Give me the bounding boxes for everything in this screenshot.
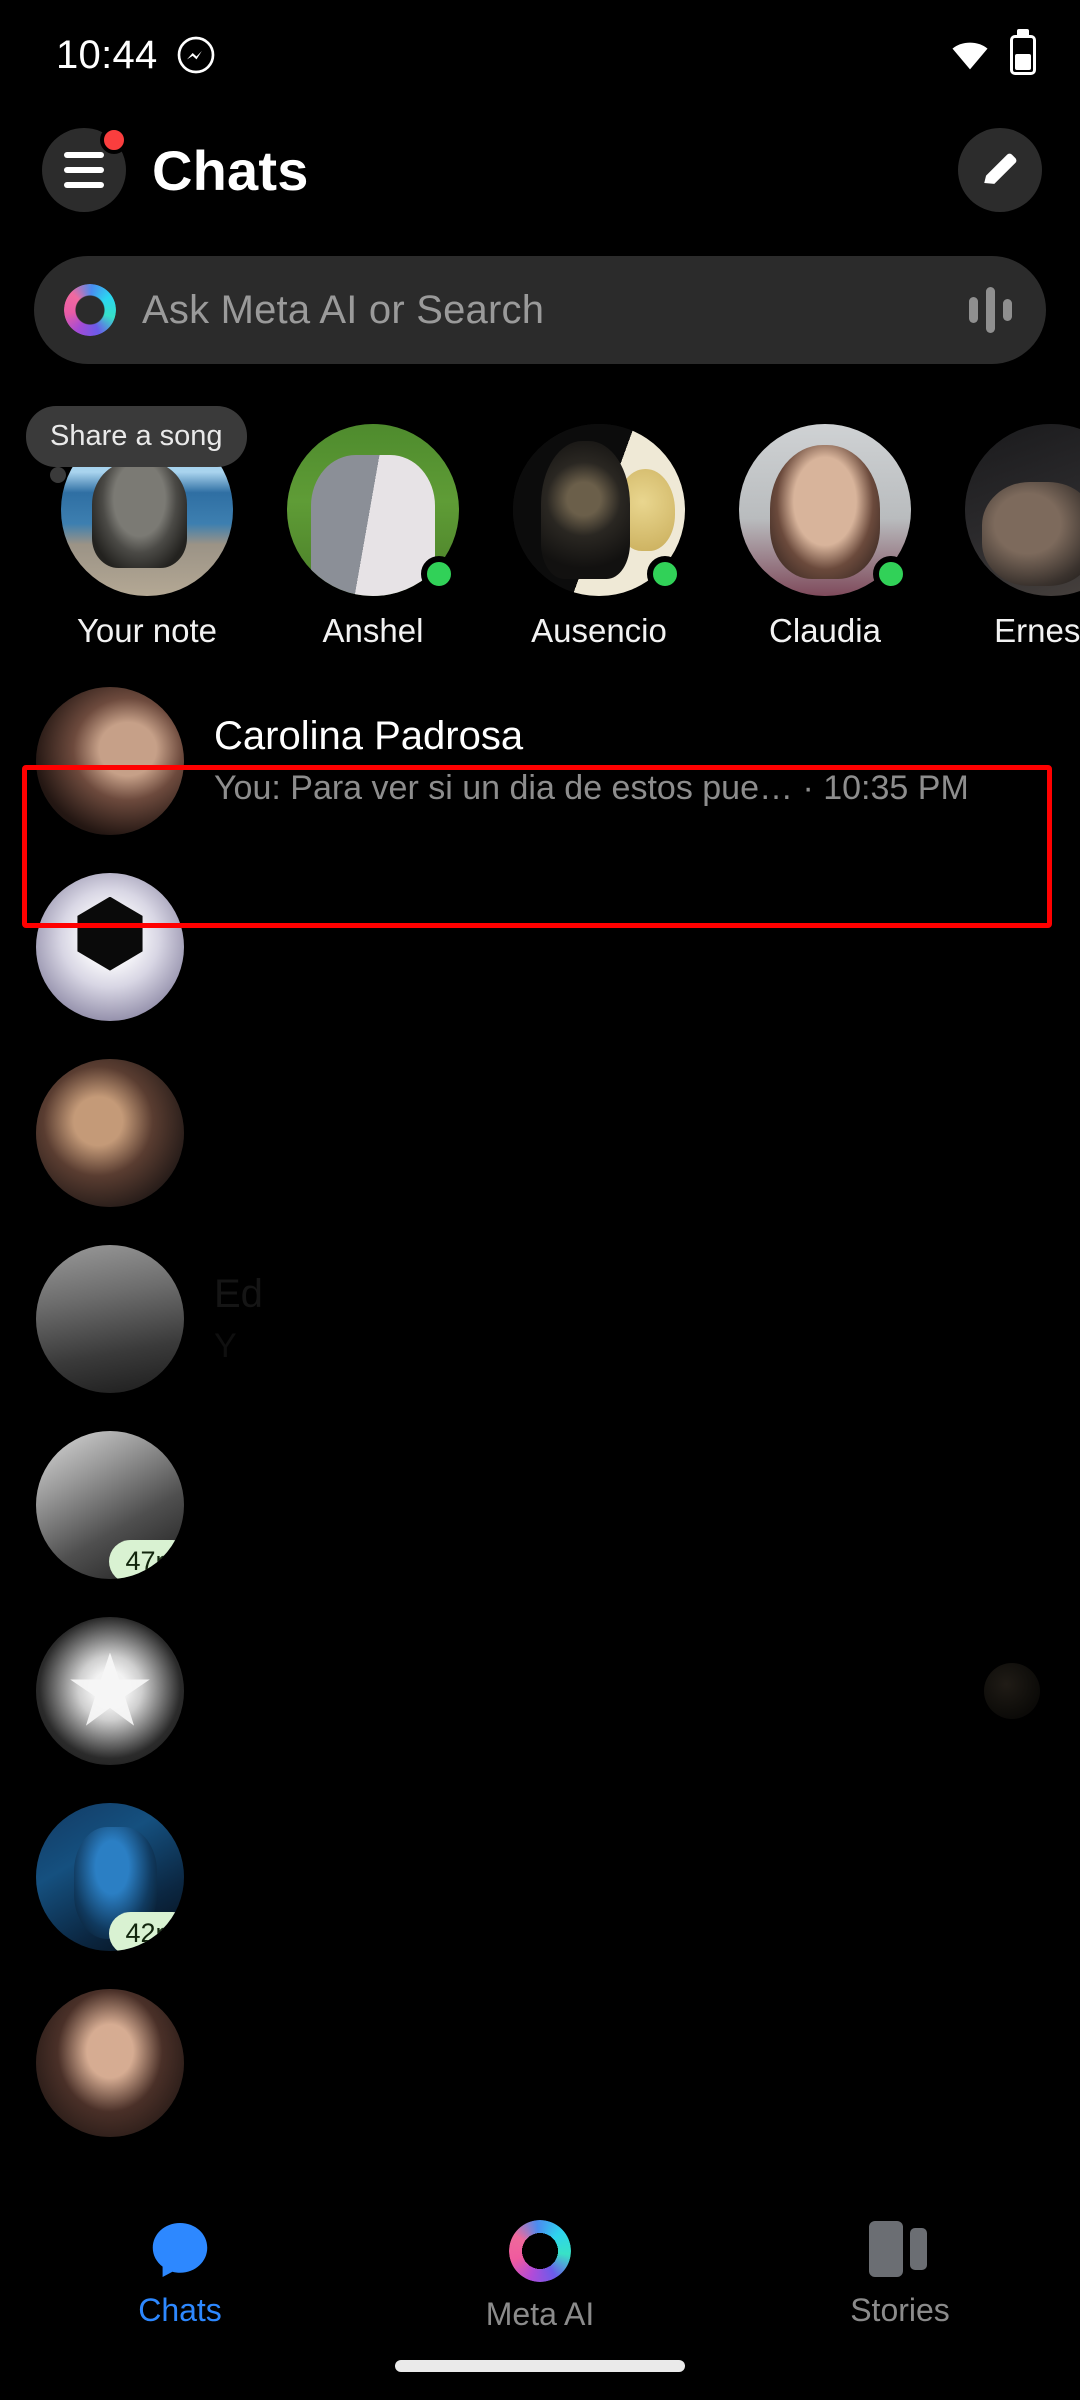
hamburger-menu-icon bbox=[64, 152, 104, 188]
page-title: Chats bbox=[152, 138, 309, 202]
chat-preview-text: You: Para ver si un dia de estos pue… bbox=[214, 769, 793, 807]
chat-row-text bbox=[214, 1128, 1044, 1138]
online-status-dot bbox=[647, 556, 683, 592]
own-note-bubble[interactable]: Share a song bbox=[26, 406, 247, 483]
chat-row-text: Carolina Padrosa You: Para ver si un dia… bbox=[214, 714, 1044, 808]
online-status-dot bbox=[873, 556, 909, 592]
status-bar-right bbox=[950, 35, 1036, 75]
avatar: 42m bbox=[36, 1803, 184, 1951]
home-indicator bbox=[395, 2360, 685, 2372]
avatar bbox=[36, 1245, 184, 1393]
chat-row-carolina-padrosa[interactable]: Carolina Padrosa You: Para ver si un dia… bbox=[0, 668, 1080, 854]
chat-row-dml[interactable] bbox=[0, 854, 1080, 1040]
battery-icon bbox=[1010, 35, 1036, 75]
avatar bbox=[36, 687, 184, 835]
wifi-icon bbox=[952, 42, 988, 70]
chat-row-blue[interactable]: 42m bbox=[0, 1784, 1080, 1970]
avatar-wrap bbox=[739, 424, 911, 596]
note-item-anshel[interactable]: Anshel bbox=[260, 424, 486, 650]
meta-ai-ring-icon bbox=[64, 284, 116, 336]
chat-row-preview: Y bbox=[214, 1327, 237, 1365]
avatar bbox=[36, 873, 184, 1021]
nav-tab-meta-ai[interactable]: Meta AI bbox=[360, 2220, 720, 2333]
note-item-claudia[interactable]: Claudia bbox=[712, 424, 938, 650]
chat-bubble-icon bbox=[152, 2223, 208, 2277]
messenger-badge-icon bbox=[177, 36, 214, 74]
chat-row-shop[interactable]: 47m bbox=[0, 1412, 1080, 1598]
message-attachment-thumbnail bbox=[984, 1663, 1040, 1719]
voice-waveform-icon[interactable] bbox=[969, 287, 1012, 333]
nav-tab-label: Meta AI bbox=[485, 2296, 595, 2332]
chat-row-time-badge: 42m bbox=[109, 1911, 184, 1951]
chat-row-text bbox=[214, 1500, 1044, 1510]
status-time: 10:44 bbox=[56, 32, 158, 77]
chat-row-text bbox=[214, 942, 1044, 952]
header-left-group: Chats bbox=[42, 126, 309, 212]
chat-row-couple[interactable] bbox=[0, 1040, 1080, 1226]
chat-row-ed[interactable]: Ed Y bbox=[0, 1226, 1080, 1412]
search-input[interactable]: Ask Meta AI or Search bbox=[142, 288, 943, 333]
avatar-wrap bbox=[513, 424, 685, 596]
app-header: Chats bbox=[0, 110, 1080, 230]
note-item-label: Your note bbox=[76, 612, 218, 649]
pencil-compose-icon bbox=[984, 153, 1017, 184]
note-item-your-note[interactable]: Share a song Your note bbox=[26, 406, 260, 650]
status-bar: 10:44 bbox=[0, 0, 1080, 110]
compose-button[interactable] bbox=[958, 128, 1042, 212]
avatar: 47m bbox=[36, 1431, 184, 1579]
note-item-ernesto[interactable]: Ernesto bbox=[938, 424, 1080, 650]
chat-row-name: Ed bbox=[214, 1272, 263, 1316]
avatar bbox=[36, 1059, 184, 1207]
unread-badge-dot bbox=[100, 126, 128, 154]
stories-panels-icon bbox=[869, 2220, 931, 2278]
chat-row-name: Carolina Padrosa bbox=[214, 714, 524, 758]
chat-row-time: 10:35 PM bbox=[823, 769, 969, 807]
note-item-label: Claudia bbox=[769, 612, 881, 649]
chat-row-time-badge: 47m bbox=[109, 1539, 184, 1579]
bottom-navigation-bar: Chats Meta AI Stories bbox=[0, 2190, 1080, 2400]
avatar bbox=[36, 1617, 184, 1765]
avatar bbox=[36, 1989, 184, 2137]
search-section: Ask Meta AI or Search bbox=[0, 230, 1080, 364]
chat-row-text bbox=[214, 2058, 1044, 2068]
chat-row-glasses[interactable] bbox=[0, 1970, 1080, 2156]
nav-tab-chats[interactable]: Chats bbox=[0, 2220, 360, 2329]
preview-separator: · bbox=[802, 769, 814, 807]
avatar-wrap bbox=[965, 424, 1080, 596]
nav-tab-label: Stories bbox=[850, 2292, 950, 2328]
nav-tab-stories[interactable]: Stories bbox=[720, 2220, 1080, 2329]
avatar-wrap bbox=[287, 424, 459, 596]
note-item-label: Ernesto bbox=[994, 612, 1080, 649]
chat-row-star[interactable] bbox=[0, 1598, 1080, 1784]
note-item-label: Ausencio bbox=[531, 612, 667, 649]
online-status-dot bbox=[421, 556, 457, 592]
chat-row-text: Ed Y bbox=[214, 1272, 1044, 1366]
notes-row[interactable]: Share a song Your note Anshel Ausencio C… bbox=[0, 390, 1080, 650]
chat-list[interactable]: Carolina Padrosa You: Para ver si un dia… bbox=[0, 668, 1080, 2156]
note-item-label: Anshel bbox=[322, 612, 424, 649]
avatar bbox=[965, 424, 1080, 596]
nav-tab-label: Chats bbox=[138, 2292, 222, 2328]
chat-row-text bbox=[214, 1872, 1044, 1882]
note-item-ausencio[interactable]: Ausencio bbox=[486, 424, 712, 650]
search-bar[interactable]: Ask Meta AI or Search bbox=[34, 256, 1046, 364]
menu-button[interactable] bbox=[42, 126, 128, 212]
messenger-chats-screen: 10:44 Chats Ask Meta AI or Search Share … bbox=[0, 0, 1080, 2400]
chat-row-preview: You: Para ver si un dia de estos pue… · … bbox=[214, 769, 1044, 808]
meta-ai-ring-icon bbox=[509, 2220, 571, 2282]
status-bar-left: 10:44 bbox=[56, 33, 216, 78]
chat-row-text bbox=[214, 1686, 1044, 1696]
